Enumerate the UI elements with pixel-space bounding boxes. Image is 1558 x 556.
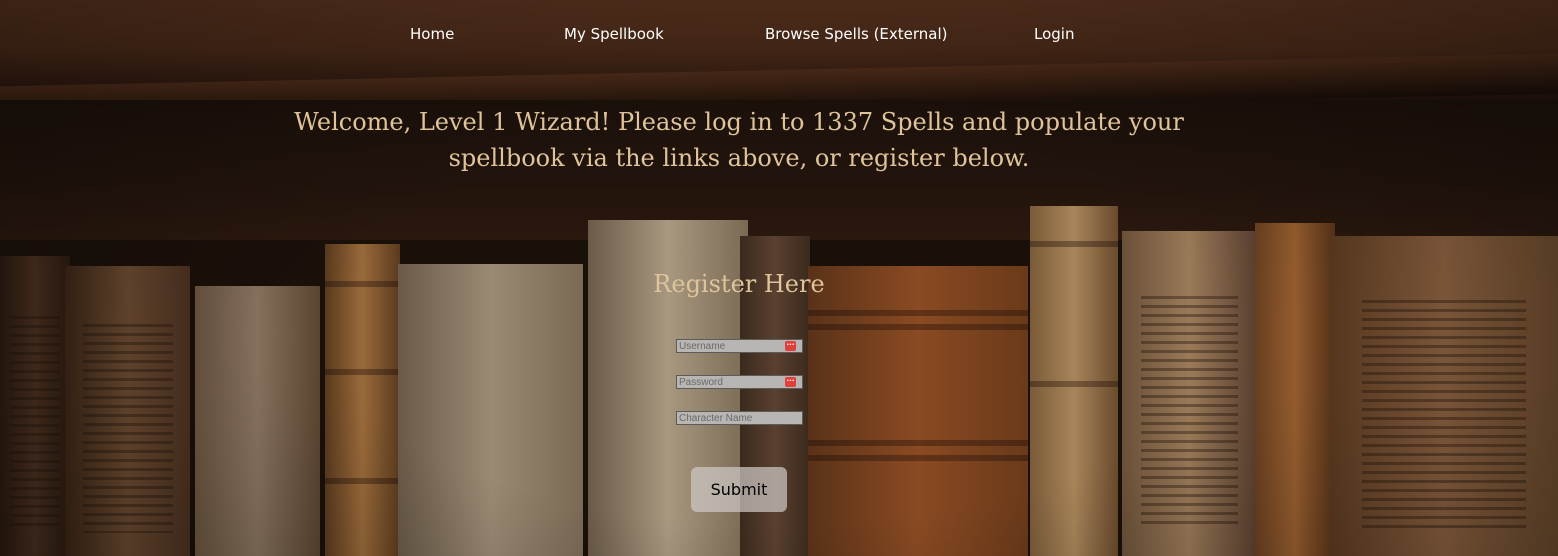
character-name-field[interactable] [676,411,803,425]
top-nav: Home My Spellbook Browse Spells (Externa… [0,0,1558,70]
submit-button[interactable]: Submit [691,467,787,512]
nav-home-link[interactable]: Home [410,25,454,43]
username-input[interactable] [679,340,800,352]
password-field[interactable]: ··· [676,375,803,389]
nav-my-spellbook-link[interactable]: My Spellbook [564,25,664,43]
password-manager-icon[interactable]: ··· [785,341,796,351]
nav-login-link[interactable]: Login [1034,25,1074,43]
welcome-message: Welcome, Level 1 Wizard! Please log in t… [294,108,1184,172]
password-input[interactable] [679,376,800,388]
password-manager-icon[interactable]: ··· [785,377,796,387]
username-field[interactable]: ··· [676,339,803,353]
register-title: Register Here [653,270,825,298]
character-name-input[interactable] [679,412,800,424]
nav-browse-spells-link[interactable]: Browse Spells (External) [765,25,948,43]
